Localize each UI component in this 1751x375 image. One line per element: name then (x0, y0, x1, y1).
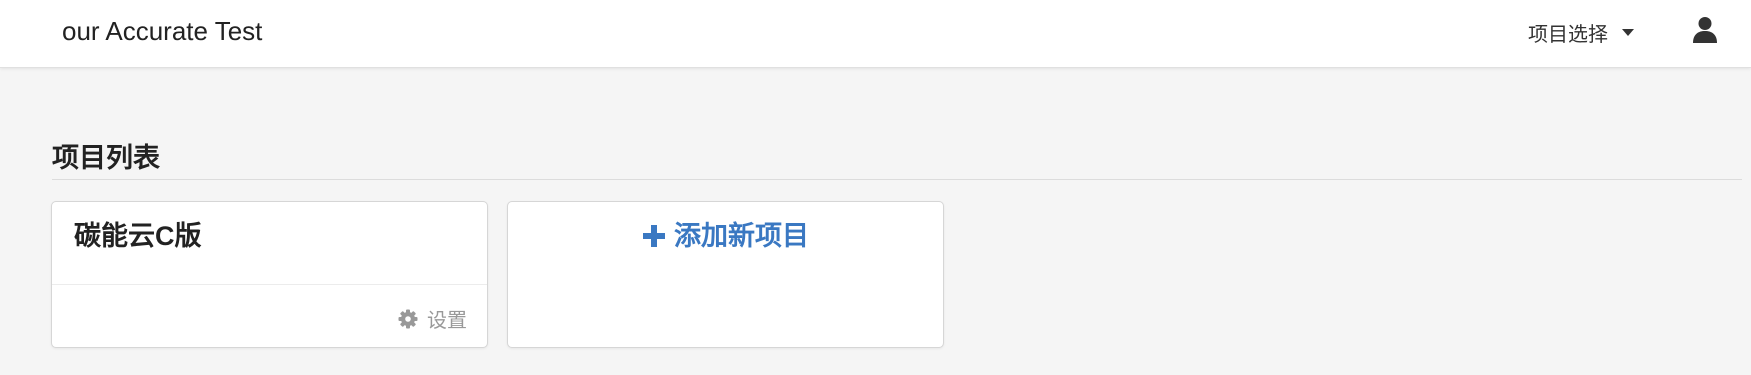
user-menu-button[interactable] (1692, 16, 1718, 44)
user-icon (1693, 17, 1717, 43)
add-project-button[interactable]: 添加新项目 (508, 218, 943, 254)
plus-icon (643, 225, 665, 247)
top-navbar: our Accurate Test 项目选择 (0, 0, 1751, 68)
app-brand[interactable]: our Accurate Test (62, 14, 262, 48)
gear-icon (398, 309, 418, 328)
page-title: 项目列表 (52, 143, 160, 173)
project-select-dropdown[interactable]: 项目选择 (1528, 16, 1634, 48)
project-card[interactable]: 碳能云C版 设置 (51, 201, 488, 348)
caret-down-icon (1622, 28, 1634, 36)
add-project-label: 添加新项目 (674, 221, 809, 251)
project-name[interactable]: 碳能云C版 (74, 218, 202, 254)
project-select-label: 项目选择 (1528, 23, 1608, 46)
settings-label: 设置 (427, 310, 467, 332)
add-project-card[interactable]: 添加新项目 (507, 201, 944, 348)
project-settings-button[interactable]: 设置 (398, 304, 467, 333)
section-divider (52, 179, 1742, 180)
card-divider (52, 284, 487, 285)
